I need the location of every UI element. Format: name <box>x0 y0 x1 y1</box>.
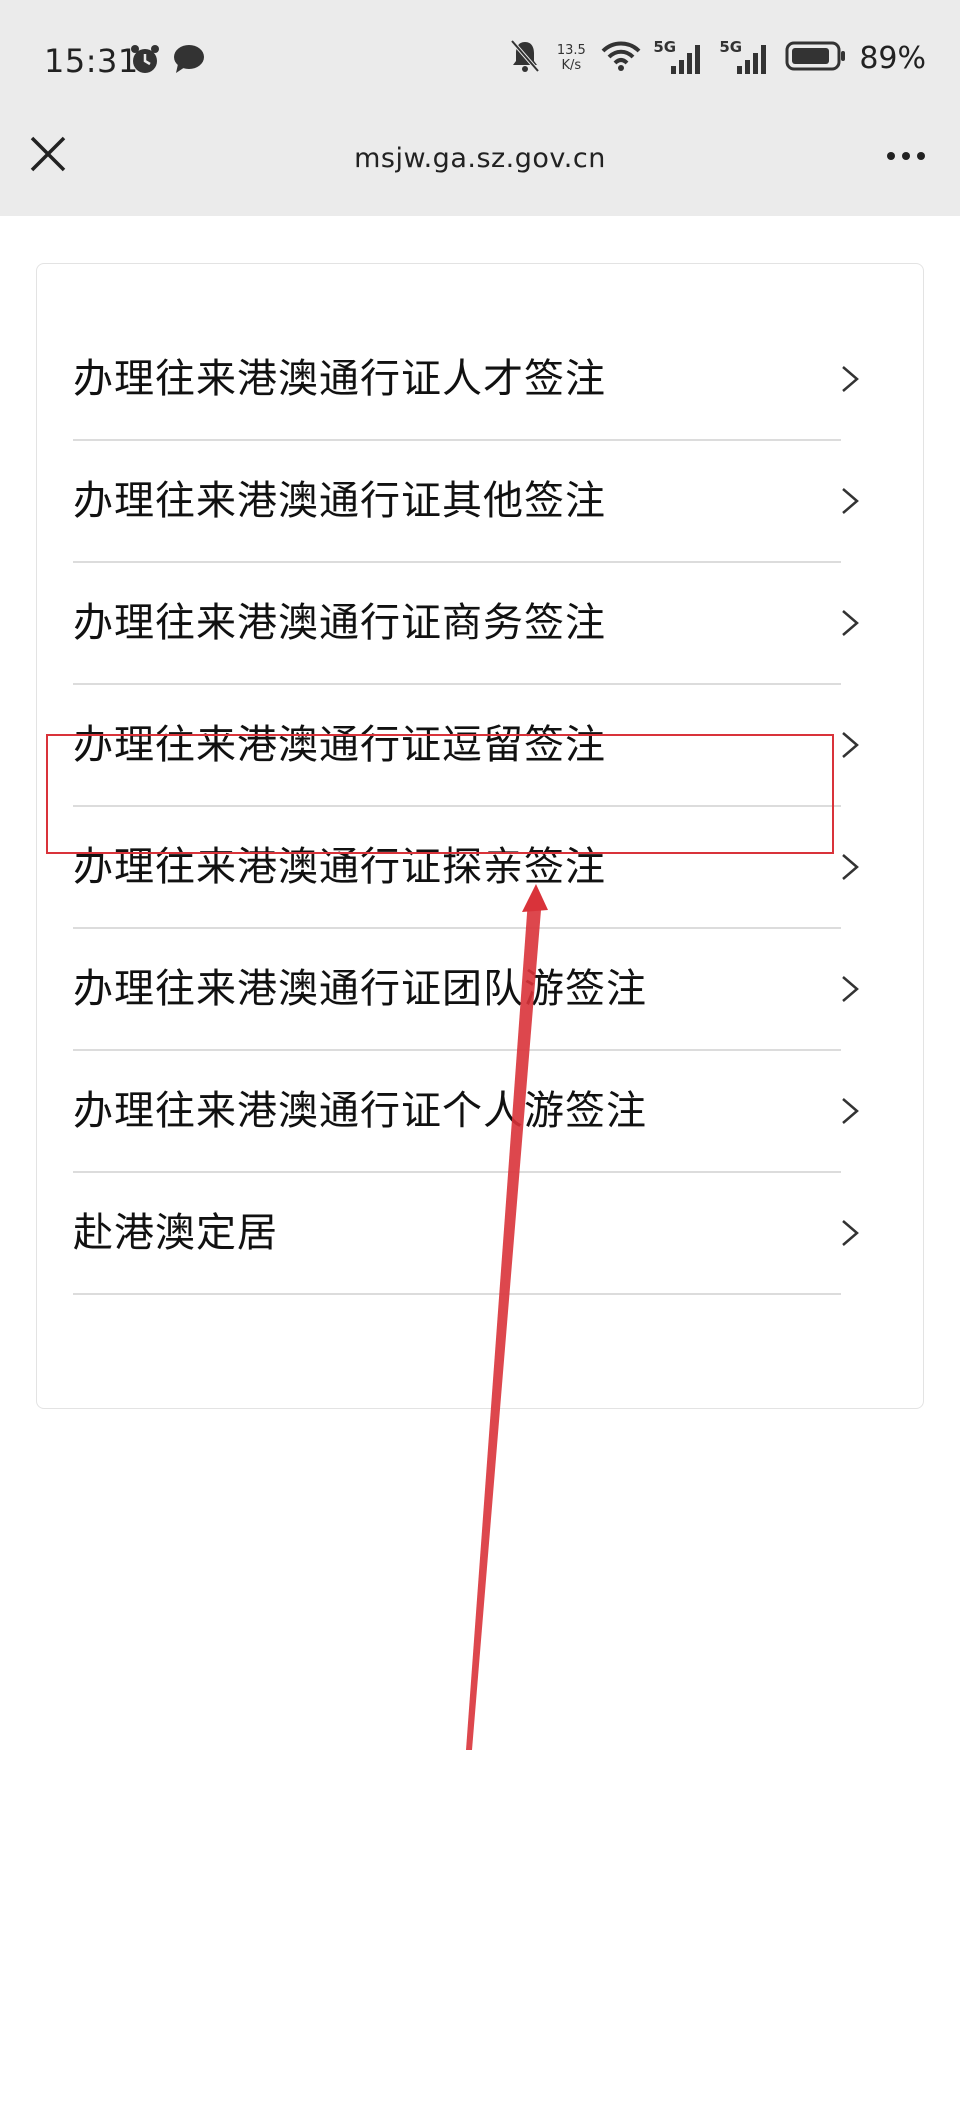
more-options-button[interactable] <box>876 132 936 180</box>
status-right: 13.5 K/s 5G 5G 89% <box>509 38 926 78</box>
menu-item-label: 办理往来港澳通行证个人游签注 <box>73 1088 647 1134</box>
menu-item-label: 赴港澳定居 <box>73 1210 278 1256</box>
menu-item[interactable]: 办理往来港澳通行证其他签注 <box>37 440 923 563</box>
chevron-right-icon <box>842 488 859 514</box>
more-dots-icon <box>887 152 895 160</box>
menu-item[interactable]: 赴港澳定居 <box>37 1172 923 1295</box>
screen: 15:31 13.5 K/s 5G 5G 89% msjw.ga.sz.gov.… <box>0 0 960 2122</box>
status-bar: 15:31 13.5 K/s 5G 5G 89% <box>0 0 960 120</box>
chat-icon <box>172 42 206 80</box>
status-left-icons <box>128 42 206 80</box>
menu-item-label: 办理往来港澳通行证团队游签注 <box>73 966 647 1012</box>
menu-item-label: 办理往来港澳通行证人才签注 <box>73 356 606 402</box>
mute-icon <box>509 38 541 78</box>
chevron-right-icon <box>842 1220 859 1246</box>
divider <box>73 1293 841 1295</box>
chevron-right-icon <box>842 732 859 758</box>
wifi-icon <box>601 40 641 76</box>
chevron-right-icon <box>842 854 859 880</box>
menu-item[interactable]: 办理往来港澳通行证团队游签注 <box>37 928 923 1051</box>
battery-icon <box>785 40 847 76</box>
battery-percent: 89% <box>859 40 926 76</box>
net-speed-value: 13.5 <box>556 43 586 58</box>
chevron-right-icon <box>842 976 859 1002</box>
chevron-right-icon <box>842 366 859 392</box>
menu-item[interactable]: 办理往来港澳通行证商务签注 <box>37 562 923 685</box>
battery-fill <box>792 48 830 64</box>
signal-5g-icon: 5G <box>719 38 773 76</box>
menu-item[interactable]: 办理往来港澳通行证人才签注 <box>37 318 923 441</box>
signal-5g-icon: 5G <box>653 38 707 76</box>
alarm-icon <box>128 42 162 80</box>
menu-item-label: 办理往来港澳通行证其他签注 <box>73 478 606 524</box>
chevron-right-icon <box>842 610 859 636</box>
net-speed: 13.5 K/s <box>553 43 589 73</box>
net-speed-unit: K/s <box>561 58 582 73</box>
page-title: msjw.ga.sz.gov.cn <box>354 143 606 174</box>
menu-item[interactable]: 办理往来港澳通行证个人游签注 <box>37 1050 923 1173</box>
menu-item-label: 办理往来港澳通行证商务签注 <box>73 600 606 646</box>
status-time: 15:31 <box>44 42 139 80</box>
chevron-right-icon <box>842 1098 859 1124</box>
highlight-box <box>46 734 834 854</box>
